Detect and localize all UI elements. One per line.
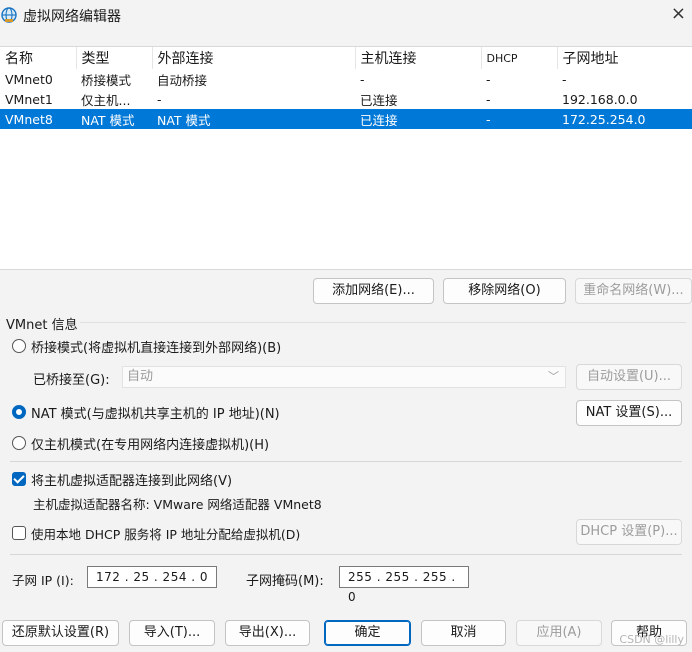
group-divider	[80, 322, 686, 323]
table-row[interactable]: VMnet0 桥接模式 自动桥接 - - -	[0, 69, 692, 89]
dhcp-label[interactable]: 使用本地 DHCP 服务将 IP 地址分配给虚拟机(D)	[31, 524, 300, 543]
nat-settings-button[interactable]: NAT 设置(S)...	[576, 400, 682, 426]
col-header-dhcp[interactable]: DHCP	[481, 47, 558, 69]
bridged-to-value: 自动	[127, 369, 154, 384]
nat-mode-label[interactable]: NAT 模式(与虚拟机共享主机的 IP 地址)(N)	[31, 403, 280, 422]
cell-subnet: 192.168.0.0	[562, 91, 638, 107]
export-button[interactable]: 导出(X)...	[225, 620, 310, 646]
auto-settings-button[interactable]: 自动设置(U)...	[576, 364, 682, 390]
ok-button[interactable]: 确定	[324, 620, 411, 646]
watermark-text: CSDN @lilly	[619, 633, 684, 646]
cell-dhcp: -	[486, 71, 491, 87]
subnet-ip-input[interactable]: 172 . 25 . 254 . 0	[87, 566, 217, 588]
cancel-button[interactable]: 取消	[421, 620, 506, 646]
subnet-mask-label: 子网掩码(M):	[246, 574, 324, 589]
network-list[interactable]: 名称 类型 外部连接 主机连接 DHCP 子网地址 VMnet0 桥接模式 自动…	[0, 46, 692, 270]
title-bar: 虚拟网络编辑器 ×	[0, 0, 692, 32]
col-header-host[interactable]: 主机连接	[355, 47, 482, 69]
close-icon[interactable]: ×	[671, 3, 686, 24]
connect-adapter-label[interactable]: 将主机虚拟适配器连接到此网络(V)	[31, 470, 232, 489]
host-only-radio[interactable]	[12, 436, 26, 450]
col-header-external[interactable]: 外部连接	[152, 47, 356, 69]
bridged-to-label: 已桥接至(G):	[33, 373, 110, 388]
col-header-type[interactable]: 类型	[76, 47, 153, 69]
section-divider	[10, 461, 682, 462]
vmnet-info-group-title: VMnet 信息	[6, 318, 78, 333]
bridge-mode-label[interactable]: 桥接模式(将虚拟机直接连接到外部网络)(B)	[31, 337, 281, 356]
cell-subnet: -	[562, 71, 567, 87]
dhcp-checkbox[interactable]	[12, 526, 26, 540]
cell-name: VMnet1	[5, 91, 53, 107]
table-row-selected[interactable]: VMnet8 NAT 模式 NAT 模式 已连接 - 172.25.254.0	[0, 109, 692, 129]
cell-external: -	[157, 91, 162, 107]
chevron-down-icon: ﹀	[548, 370, 559, 383]
cell-subnet: 172.25.254.0	[557, 109, 692, 129]
network-table: 名称 类型 外部连接 主机连接 DHCP 子网地址 VMnet0 桥接模式 自动…	[0, 47, 692, 129]
cell-type: NAT 模式	[76, 109, 152, 129]
rename-network-button[interactable]: 重命名网络(W)...	[575, 278, 692, 304]
cell-dhcp: -	[481, 109, 557, 129]
dhcp-settings-button[interactable]: DHCP 设置(P)...	[576, 519, 682, 545]
connect-adapter-checkbox[interactable]	[12, 472, 26, 486]
cell-name: VMnet0	[5, 71, 53, 87]
cell-external: NAT 模式	[152, 109, 355, 129]
cell-type: 桥接模式	[81, 72, 132, 88]
cell-name: VMnet8	[0, 109, 76, 129]
cell-host: 已连接	[355, 109, 481, 129]
window-title: 虚拟网络编辑器	[23, 9, 121, 25]
subnet-mask-input[interactable]: 255 . 255 . 255 . 0	[339, 566, 469, 604]
bridged-to-select[interactable]: 自动 ﹀	[122, 366, 566, 388]
cell-type: 仅主机...	[81, 92, 131, 108]
apply-button[interactable]: 应用(A)	[516, 620, 602, 646]
remove-network-button[interactable]: 移除网络(O)	[443, 278, 566, 304]
col-header-name[interactable]: 名称	[0, 47, 77, 69]
cell-host: -	[360, 71, 365, 87]
subnet-ip-label: 子网 IP (I):	[12, 573, 74, 588]
add-network-button[interactable]: 添加网络(E)...	[313, 278, 434, 304]
globe-network-icon	[1, 7, 17, 23]
adapter-name-text: 主机虚拟适配器名称: VMware 网络适配器 VMnet8	[33, 497, 322, 512]
col-header-subnet[interactable]: 子网地址	[557, 47, 692, 69]
bridge-mode-radio[interactable]	[12, 339, 26, 353]
import-button[interactable]: 导入(T)...	[129, 620, 215, 646]
table-header-row: 名称 类型 外部连接 主机连接 DHCP 子网地址	[0, 47, 692, 69]
section-divider	[10, 554, 682, 555]
table-row[interactable]: VMnet1 仅主机... - 已连接 - 192.168.0.0	[0, 89, 692, 109]
cell-host: 已连接	[360, 92, 398, 108]
nat-mode-radio[interactable]	[12, 405, 26, 419]
host-only-label[interactable]: 仅主机模式(在专用网络内连接虚拟机)(H)	[31, 434, 269, 453]
cell-dhcp: -	[486, 91, 491, 107]
restore-defaults-button[interactable]: 还原默认设置(R)	[2, 620, 119, 646]
cell-external: 自动桥接	[157, 72, 208, 88]
